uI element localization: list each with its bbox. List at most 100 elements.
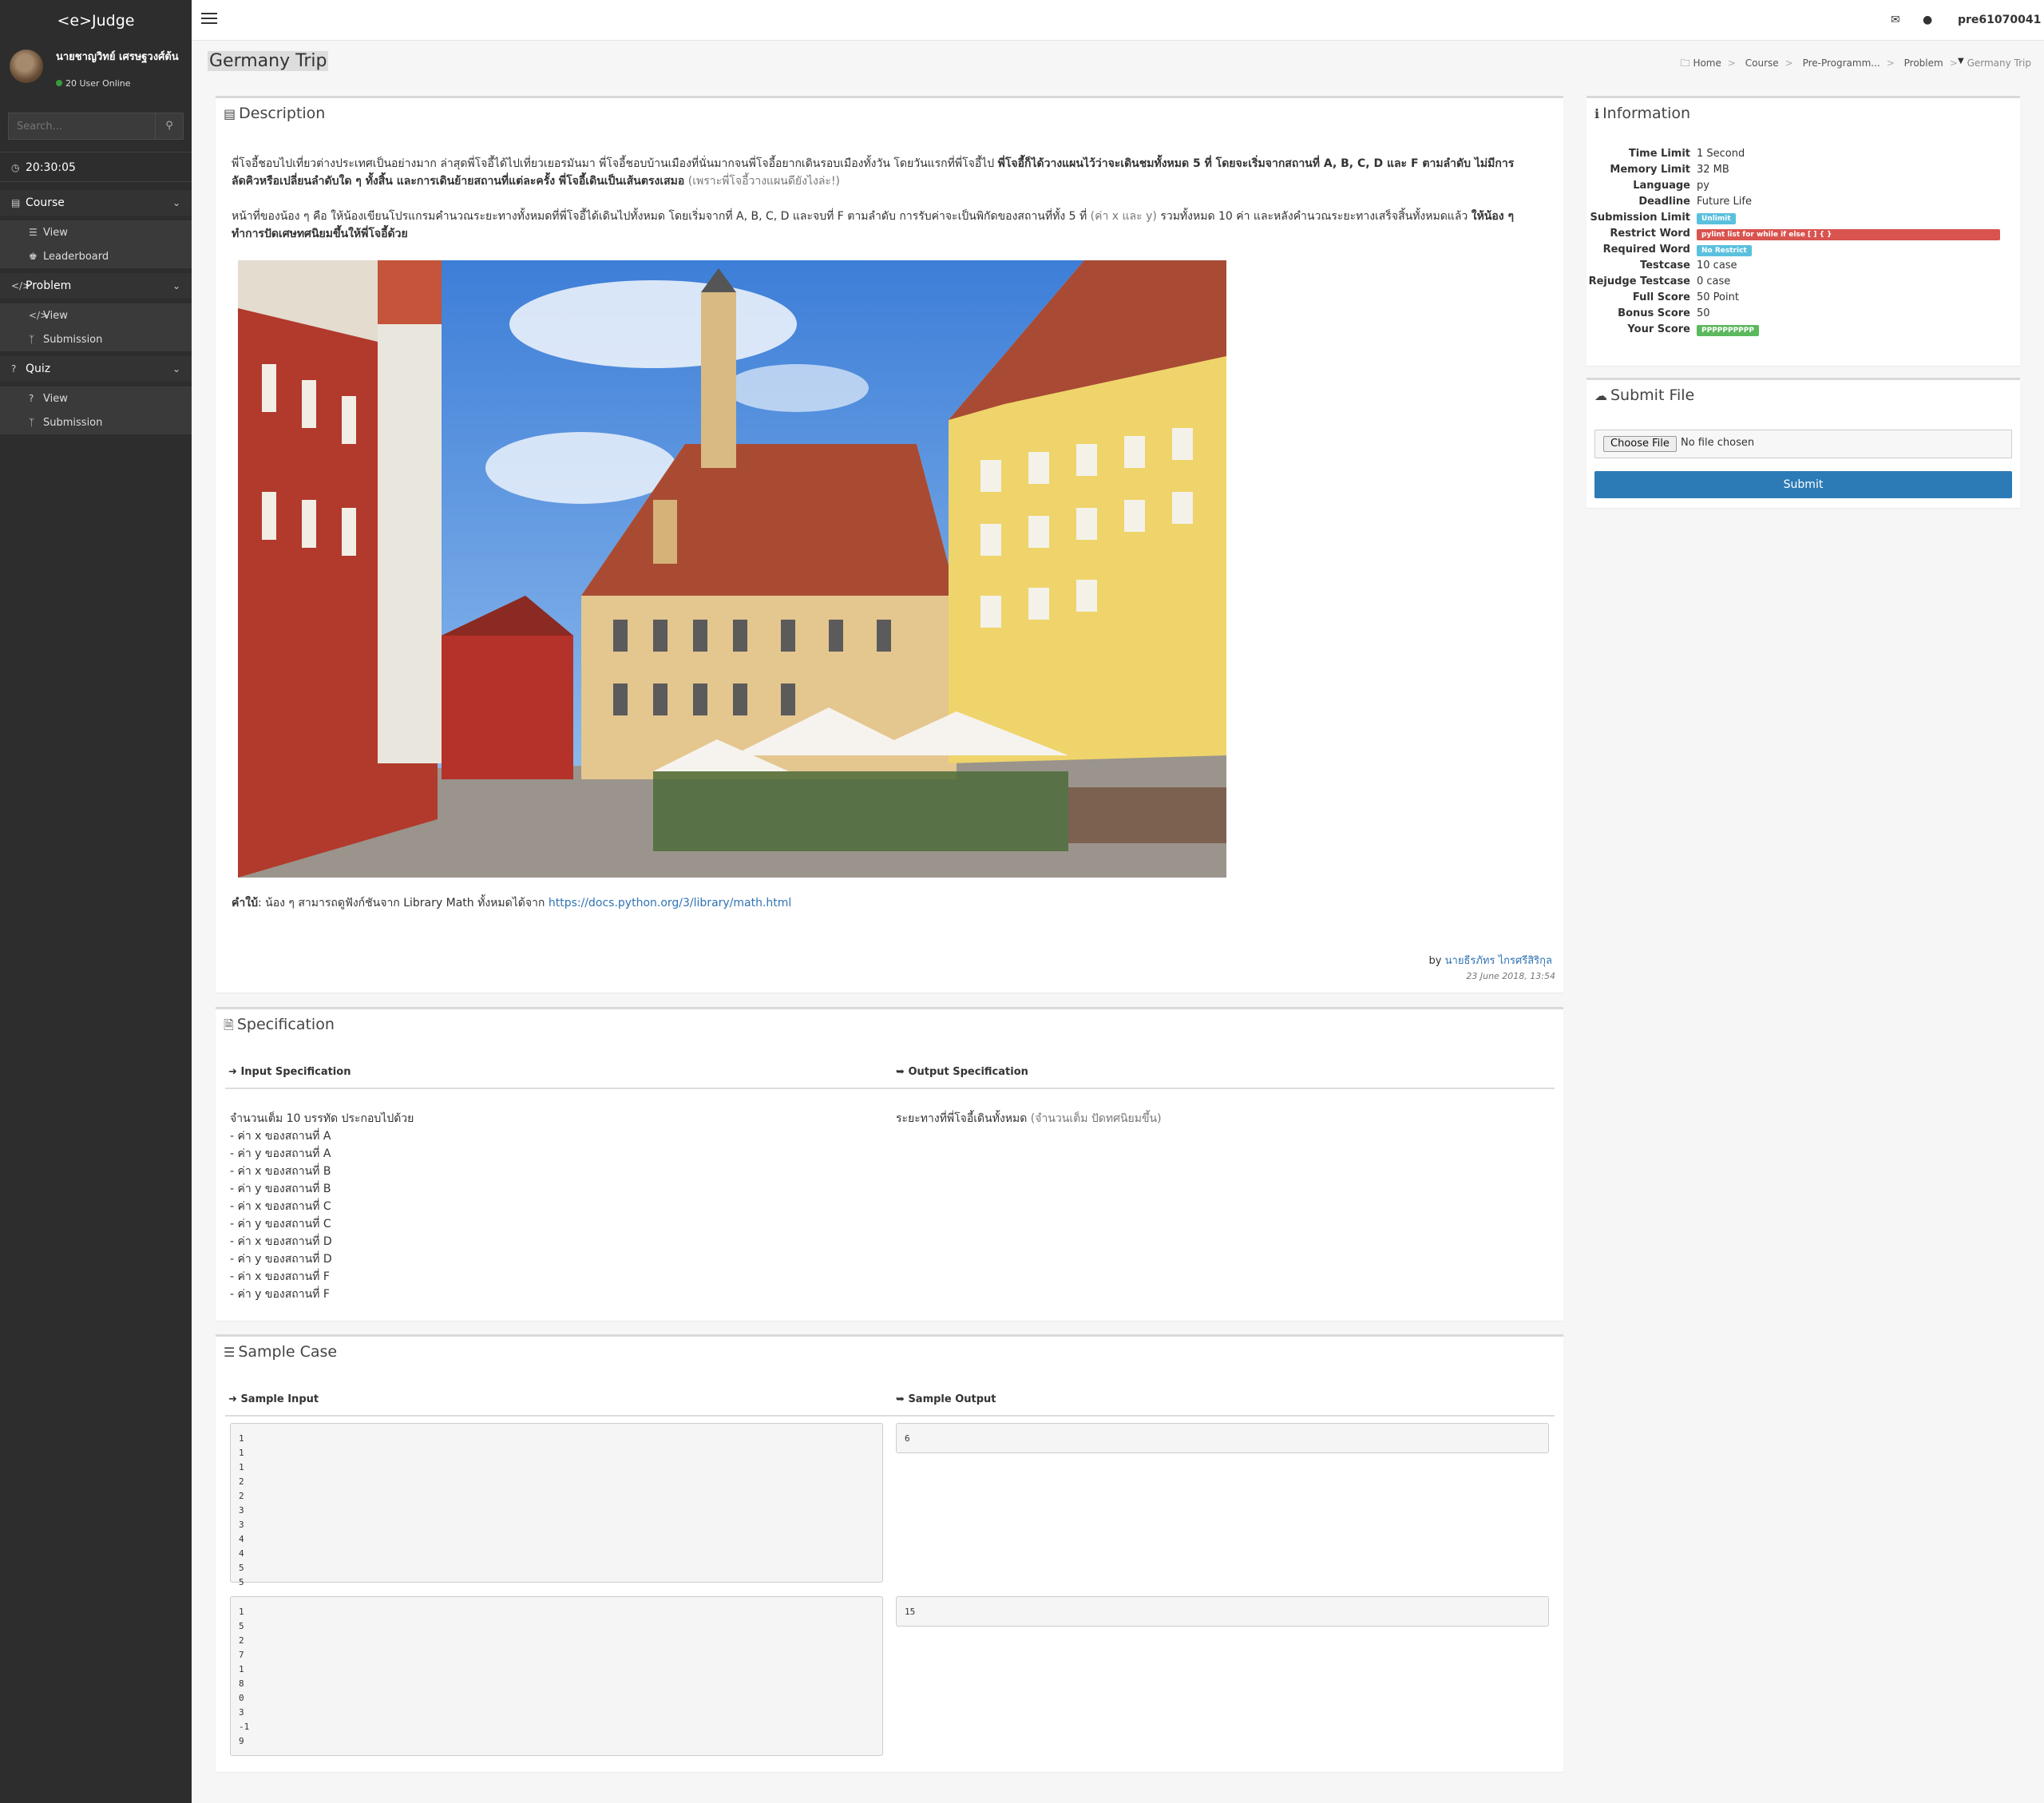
topbar: ✉ ● pre61070041 ▼ xyxy=(192,0,2044,65)
information-heading-text: Information xyxy=(1602,105,1691,122)
description-paragraph-2: หน้าที่ของน้อง ๆ คือ ให้น้องเขียนโปรแกรม… xyxy=(232,208,1541,243)
menu-quiz[interactable]: ? Quiz ⌄ xyxy=(0,356,192,382)
sample-input-label-text: Sample Input xyxy=(240,1393,319,1405)
breadcrumb-sep: > xyxy=(1886,57,1895,69)
globe-icon[interactable]: ● xyxy=(1923,0,1932,40)
clock-time: 20:30:05 xyxy=(26,161,76,174)
sample-output-label: ➥ Sample Output xyxy=(896,1393,996,1405)
input-spec-line: - ค่า x ของสถานที่ D xyxy=(230,1235,332,1248)
info-row: Bonus Score 50 xyxy=(1586,307,2018,323)
brand-logo[interactable]: <e>Judge xyxy=(0,0,192,42)
sample-output-1[interactable]: 6 xyxy=(896,1423,1549,1453)
sidebar: <e>Judge นายชาญวิทย์ เศรษฐวงศ์ต้น 20 Use… xyxy=(0,0,192,1803)
file-input[interactable]: Choose File No file chosen xyxy=(1594,430,2012,458)
python-docs-link[interactable]: https://docs.python.org/3/library/math.h… xyxy=(549,897,791,909)
online-dot-icon xyxy=(56,80,62,86)
breadcrumb-sep: > xyxy=(1727,57,1736,69)
user-panel: นายชาญวิทย์ เศรษฐวงศ์ต้น 20 User Online xyxy=(0,42,192,96)
info-key: Required Word xyxy=(1602,244,1690,256)
page-title: Germany Trip xyxy=(208,51,329,71)
hamburger-icon[interactable] xyxy=(201,13,217,27)
info-key: Rejudge Testcase xyxy=(1588,275,1690,287)
hint-label: คำใบ้ xyxy=(232,897,258,909)
input-spec-label: ➜ Input Specification xyxy=(228,1066,351,1078)
info-row: Deadline Future Life xyxy=(1586,196,2018,212)
menu-course-leaderboard[interactable]: ♚ Leaderboard xyxy=(0,244,192,268)
desc-p1-a: พี่โจอี้ชอบไปเที่ยวต่างประเทศเป็นอย่างมา… xyxy=(232,157,995,170)
menu-quiz-view[interactable]: ? View xyxy=(0,386,192,410)
input-spec-line: - ค่า x ของสถานที่ B xyxy=(230,1165,331,1178)
branch-icon: ᛉ xyxy=(29,334,35,345)
menu-course-leaderboard-label: Leaderboard xyxy=(43,251,109,263)
search-input[interactable] xyxy=(9,113,156,139)
input-spec-line: - ค่า x ของสถานที่ F xyxy=(230,1270,330,1283)
specification-heading: 🗎 Specification xyxy=(224,1016,335,1038)
info-value: pylint list for while if else [ ] { } xyxy=(1697,228,2000,240)
breadcrumb: 🗀 Home > Course > Pre-Programm... > Problem… xyxy=(1681,56,2031,73)
question-icon: ? xyxy=(11,363,17,374)
information-heading: ℹ Information xyxy=(1594,105,1690,122)
sign-in-icon: ➜ xyxy=(228,1066,237,1078)
input-spec-line: - ค่า y ของสถานที่ B xyxy=(230,1183,331,1195)
info-value: Unlimit xyxy=(1697,212,1736,224)
hint-text: : น้อง ๆ สามารถดูฟังก์ชันจาก Library Mat… xyxy=(257,897,545,909)
list-ol-icon: ☰ xyxy=(224,1345,236,1360)
folder-icon: 🗀 xyxy=(1680,57,1690,69)
search-icon[interactable]: ⚲ xyxy=(155,113,183,139)
sample-input-1[interactable]: 1 1 1 2 2 3 3 4 4 5 5 xyxy=(230,1423,883,1587)
info-row: Required Word No Restrict xyxy=(1586,244,2018,260)
breadcrumb-sep: > xyxy=(1949,57,1958,69)
trophy-icon: ♚ xyxy=(29,251,38,262)
mail-icon[interactable]: ✉ xyxy=(1891,0,1900,40)
info-value: 50 Point xyxy=(1697,291,1739,303)
chevron-down-icon: ⌄ xyxy=(172,363,180,374)
divider xyxy=(225,1088,1555,1089)
menu-course-view[interactable]: ☰ View xyxy=(0,220,192,244)
info-row: Time Limit 1 Second xyxy=(1586,148,2018,164)
info-row: Submission Limit Unlimit xyxy=(1586,212,2018,228)
input-spec-label-text: Input Specification xyxy=(240,1066,351,1078)
info-row: Testcase 10 case xyxy=(1586,260,2018,275)
by-label: by xyxy=(1428,955,1442,967)
online-status: 20 User Online xyxy=(56,78,131,89)
info-value: 10 case xyxy=(1697,260,1737,271)
breadcrumb-course-name[interactable]: Pre-Programm... xyxy=(1803,57,1880,69)
sample-input-2[interactable]: 1 5 2 7 1 8 0 3 -1 9 xyxy=(230,1596,883,1756)
problem-photo xyxy=(238,260,1226,878)
sign-in-icon: ➜ xyxy=(228,1393,237,1405)
town-square-illustration xyxy=(238,260,1226,878)
info-key: Deadline xyxy=(1638,196,1690,208)
branch-icon: ᛉ xyxy=(29,417,35,428)
menu-problem-view[interactable]: </>View xyxy=(0,303,192,327)
user-name: นายชาญวิทย์ เศรษฐวงศ์ต้น xyxy=(56,51,179,63)
info-value: 50 xyxy=(1697,307,1710,319)
list-icon: ☰ xyxy=(29,227,38,238)
menu-course[interactable]: ▤ Course ⌄ xyxy=(0,190,192,216)
user-menu[interactable]: pre61070041 ▼ xyxy=(1958,0,2044,65)
info-key: Memory Limit xyxy=(1610,164,1690,176)
info-value: py xyxy=(1697,180,1709,192)
info-key: Bonus Score xyxy=(1618,307,1690,319)
author-link[interactable]: นายธีรภัทร ไกรศรีสิริกุล xyxy=(1445,955,1552,967)
info-value: 1 Second xyxy=(1697,148,1745,160)
breadcrumb-problem[interactable]: Problem xyxy=(1904,57,1943,69)
sample-output-label-text: Sample Output xyxy=(908,1393,996,1405)
sample-input-label: ➜ Sample Input xyxy=(228,1393,319,1405)
description-heading: ▤ Description xyxy=(224,105,325,122)
sign-out-icon: ➥ xyxy=(896,1066,905,1078)
breadcrumb-course[interactable]: Course xyxy=(1745,57,1779,69)
choose-file-button[interactable]: Choose File xyxy=(1603,436,1677,452)
information-panel: ℹ Information Time Limit 1 Second Memory Li… xyxy=(1586,96,2020,366)
menu-problem[interactable]: </>Problem ⌄ xyxy=(0,273,192,299)
sample-case-heading-text: Sample Case xyxy=(238,1343,338,1361)
chevron-down-icon: ⌄ xyxy=(172,280,180,291)
menu-quiz-submission[interactable]: ᛉ Submission xyxy=(0,410,192,434)
desc-p2-b: (ค่า x และ y) xyxy=(1090,210,1157,223)
cloud-upload-icon: ☁ xyxy=(1594,388,1607,403)
specification-heading-text: Specification xyxy=(236,1016,335,1033)
input-spec-line: - ค่า x ของสถานที่ A xyxy=(230,1130,331,1143)
submit-button[interactable]: Submit xyxy=(1594,471,2012,498)
menu-problem-submission[interactable]: ᛉ Submission xyxy=(0,327,192,351)
sample-output-2[interactable]: 15 xyxy=(896,1596,1549,1627)
breadcrumb-home[interactable]: Home xyxy=(1693,57,1721,69)
